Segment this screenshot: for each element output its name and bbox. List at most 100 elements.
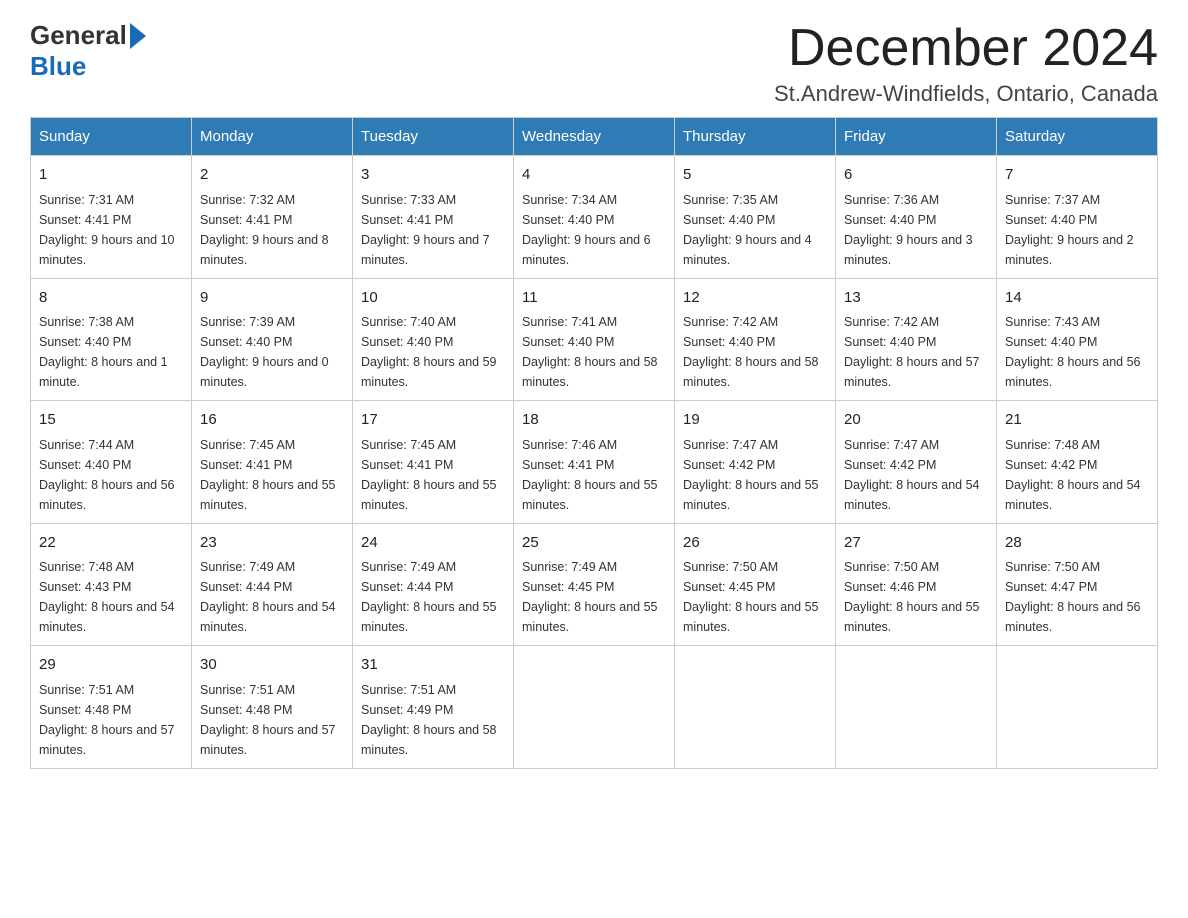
weekday-header-monday: Monday [192,118,353,156]
day-number: 6 [844,164,988,187]
day-number: 15 [39,409,183,432]
day-info: Sunrise: 7:50 AMSunset: 4:46 PMDaylight:… [844,560,980,634]
calendar-day-cell: 25 Sunrise: 7:49 AMSunset: 4:45 PMDaylig… [514,523,675,646]
day-info: Sunrise: 7:50 AMSunset: 4:45 PMDaylight:… [683,560,819,634]
calendar-day-cell: 30 Sunrise: 7:51 AMSunset: 4:48 PMDaylig… [192,646,353,769]
calendar-day-cell [997,646,1158,769]
calendar-day-cell: 11 Sunrise: 7:41 AMSunset: 4:40 PMDaylig… [514,278,675,401]
month-title: December 2024 [774,20,1158,77]
day-number: 4 [522,164,666,187]
calendar-day-cell: 4 Sunrise: 7:34 AMSunset: 4:40 PMDayligh… [514,156,675,279]
day-info: Sunrise: 7:44 AMSunset: 4:40 PMDaylight:… [39,438,175,512]
calendar-day-cell: 14 Sunrise: 7:43 AMSunset: 4:40 PMDaylig… [997,278,1158,401]
day-number: 29 [39,654,183,677]
day-info: Sunrise: 7:50 AMSunset: 4:47 PMDaylight:… [1005,560,1141,634]
calendar-week-row: 1 Sunrise: 7:31 AMSunset: 4:41 PMDayligh… [31,156,1158,279]
day-number: 12 [683,287,827,310]
day-number: 22 [39,532,183,555]
day-info: Sunrise: 7:49 AMSunset: 4:45 PMDaylight:… [522,560,658,634]
calendar-day-cell [836,646,997,769]
location-title: St.Andrew-Windfields, Ontario, Canada [774,81,1158,107]
weekday-header-wednesday: Wednesday [514,118,675,156]
calendar-day-cell: 7 Sunrise: 7:37 AMSunset: 4:40 PMDayligh… [997,156,1158,279]
calendar-week-row: 8 Sunrise: 7:38 AMSunset: 4:40 PMDayligh… [31,278,1158,401]
day-info: Sunrise: 7:47 AMSunset: 4:42 PMDaylight:… [844,438,980,512]
day-number: 26 [683,532,827,555]
weekday-header-friday: Friday [836,118,997,156]
day-number: 8 [39,287,183,310]
day-info: Sunrise: 7:45 AMSunset: 4:41 PMDaylight:… [200,438,336,512]
day-number: 11 [522,287,666,310]
calendar-day-cell: 3 Sunrise: 7:33 AMSunset: 4:41 PMDayligh… [353,156,514,279]
day-number: 14 [1005,287,1149,310]
weekday-header-thursday: Thursday [675,118,836,156]
day-info: Sunrise: 7:46 AMSunset: 4:41 PMDaylight:… [522,438,658,512]
day-number: 5 [683,164,827,187]
day-number: 25 [522,532,666,555]
calendar-day-cell [675,646,836,769]
day-info: Sunrise: 7:51 AMSunset: 4:48 PMDaylight:… [39,683,175,757]
weekday-header-tuesday: Tuesday [353,118,514,156]
day-number: 23 [200,532,344,555]
calendar-day-cell: 10 Sunrise: 7:40 AMSunset: 4:40 PMDaylig… [353,278,514,401]
day-info: Sunrise: 7:49 AMSunset: 4:44 PMDaylight:… [361,560,497,634]
day-number: 20 [844,409,988,432]
day-info: Sunrise: 7:45 AMSunset: 4:41 PMDaylight:… [361,438,497,512]
calendar-day-cell: 6 Sunrise: 7:36 AMSunset: 4:40 PMDayligh… [836,156,997,279]
calendar-day-cell: 19 Sunrise: 7:47 AMSunset: 4:42 PMDaylig… [675,401,836,524]
day-info: Sunrise: 7:47 AMSunset: 4:42 PMDaylight:… [683,438,819,512]
calendar-day-cell: 5 Sunrise: 7:35 AMSunset: 4:40 PMDayligh… [675,156,836,279]
logo: General Blue [30,20,146,82]
day-info: Sunrise: 7:51 AMSunset: 4:49 PMDaylight:… [361,683,497,757]
calendar-day-cell: 20 Sunrise: 7:47 AMSunset: 4:42 PMDaylig… [836,401,997,524]
weekday-header-sunday: Sunday [31,118,192,156]
day-info: Sunrise: 7:48 AMSunset: 4:43 PMDaylight:… [39,560,175,634]
day-number: 27 [844,532,988,555]
day-info: Sunrise: 7:42 AMSunset: 4:40 PMDaylight:… [683,315,819,389]
day-info: Sunrise: 7:39 AMSunset: 4:40 PMDaylight:… [200,315,329,389]
day-info: Sunrise: 7:34 AMSunset: 4:40 PMDaylight:… [522,193,651,267]
calendar-day-cell [514,646,675,769]
day-info: Sunrise: 7:49 AMSunset: 4:44 PMDaylight:… [200,560,336,634]
day-info: Sunrise: 7:43 AMSunset: 4:40 PMDaylight:… [1005,315,1141,389]
weekday-header-row: SundayMondayTuesdayWednesdayThursdayFrid… [31,118,1158,156]
day-number: 7 [1005,164,1149,187]
calendar-week-row: 29 Sunrise: 7:51 AMSunset: 4:48 PMDaylig… [31,646,1158,769]
day-info: Sunrise: 7:40 AMSunset: 4:40 PMDaylight:… [361,315,497,389]
calendar-day-cell: 13 Sunrise: 7:42 AMSunset: 4:40 PMDaylig… [836,278,997,401]
calendar-table: SundayMondayTuesdayWednesdayThursdayFrid… [30,117,1158,769]
calendar-day-cell: 31 Sunrise: 7:51 AMSunset: 4:49 PMDaylig… [353,646,514,769]
day-number: 2 [200,164,344,187]
day-info: Sunrise: 7:51 AMSunset: 4:48 PMDaylight:… [200,683,336,757]
calendar-day-cell: 18 Sunrise: 7:46 AMSunset: 4:41 PMDaylig… [514,401,675,524]
day-number: 10 [361,287,505,310]
logo-triangle-icon [130,23,146,49]
day-number: 13 [844,287,988,310]
day-number: 30 [200,654,344,677]
calendar-day-cell: 23 Sunrise: 7:49 AMSunset: 4:44 PMDaylig… [192,523,353,646]
day-number: 17 [361,409,505,432]
calendar-day-cell: 1 Sunrise: 7:31 AMSunset: 4:41 PMDayligh… [31,156,192,279]
calendar-day-cell: 27 Sunrise: 7:50 AMSunset: 4:46 PMDaylig… [836,523,997,646]
day-number: 3 [361,164,505,187]
calendar-day-cell: 2 Sunrise: 7:32 AMSunset: 4:41 PMDayligh… [192,156,353,279]
calendar-week-row: 15 Sunrise: 7:44 AMSunset: 4:40 PMDaylig… [31,401,1158,524]
day-info: Sunrise: 7:35 AMSunset: 4:40 PMDaylight:… [683,193,812,267]
day-number: 9 [200,287,344,310]
calendar-day-cell: 21 Sunrise: 7:48 AMSunset: 4:42 PMDaylig… [997,401,1158,524]
day-info: Sunrise: 7:32 AMSunset: 4:41 PMDaylight:… [200,193,329,267]
calendar-day-cell: 22 Sunrise: 7:48 AMSunset: 4:43 PMDaylig… [31,523,192,646]
calendar-day-cell: 9 Sunrise: 7:39 AMSunset: 4:40 PMDayligh… [192,278,353,401]
calendar-day-cell: 12 Sunrise: 7:42 AMSunset: 4:40 PMDaylig… [675,278,836,401]
day-info: Sunrise: 7:33 AMSunset: 4:41 PMDaylight:… [361,193,490,267]
day-number: 19 [683,409,827,432]
calendar-day-cell: 28 Sunrise: 7:50 AMSunset: 4:47 PMDaylig… [997,523,1158,646]
weekday-header-saturday: Saturday [997,118,1158,156]
calendar-week-row: 22 Sunrise: 7:48 AMSunset: 4:43 PMDaylig… [31,523,1158,646]
calendar-day-cell: 24 Sunrise: 7:49 AMSunset: 4:44 PMDaylig… [353,523,514,646]
calendar-day-cell: 29 Sunrise: 7:51 AMSunset: 4:48 PMDaylig… [31,646,192,769]
calendar-day-cell: 16 Sunrise: 7:45 AMSunset: 4:41 PMDaylig… [192,401,353,524]
day-number: 28 [1005,532,1149,555]
day-number: 1 [39,164,183,187]
day-info: Sunrise: 7:36 AMSunset: 4:40 PMDaylight:… [844,193,973,267]
